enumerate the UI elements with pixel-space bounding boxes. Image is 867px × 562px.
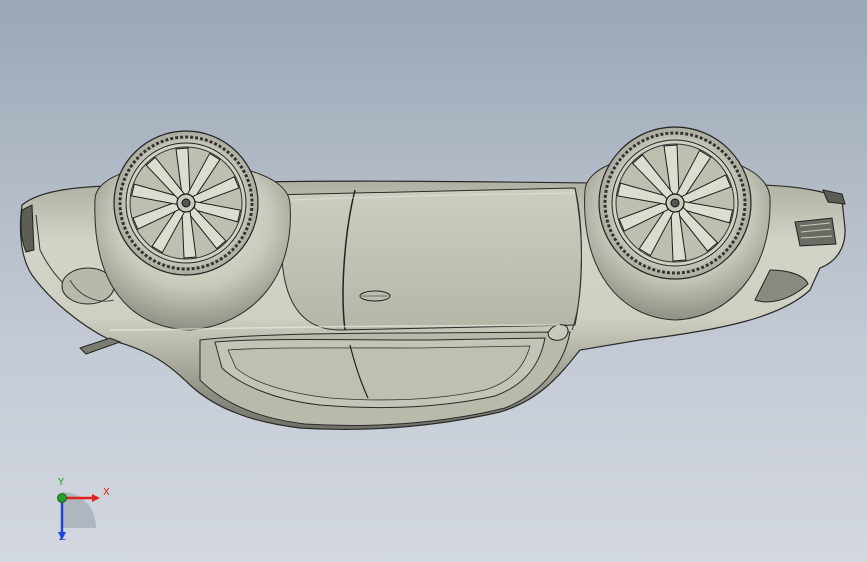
y-axis-label: Y	[58, 477, 65, 488]
reference-triad: X Y Z	[40, 478, 120, 548]
front-wheel	[113, 130, 259, 276]
z-axis-label: Z	[59, 532, 66, 543]
rear-wheel	[598, 126, 752, 280]
graphics-viewport[interactable]: X Y Z	[0, 0, 867, 562]
car-model[interactable]	[0, 0, 867, 562]
x-axis-label: X	[103, 487, 110, 498]
